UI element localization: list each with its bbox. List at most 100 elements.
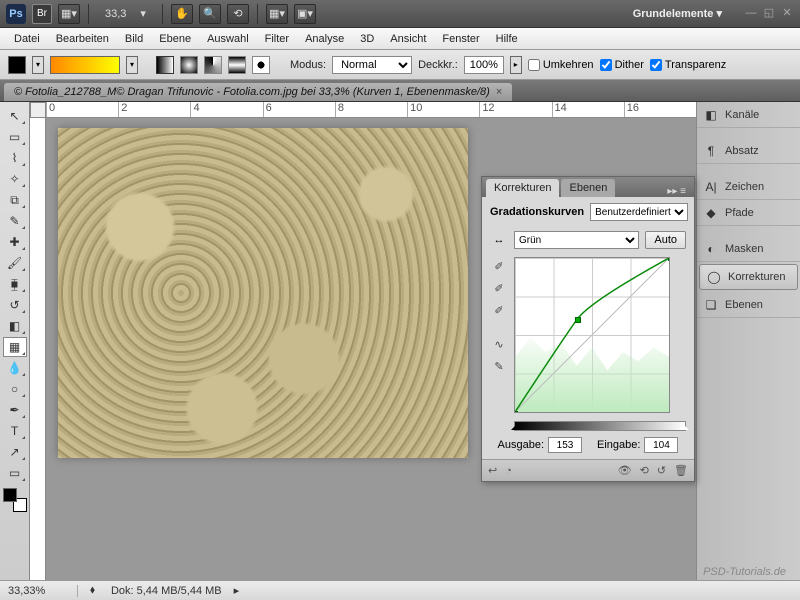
transparenz-checkbox[interactable]: Transparenz <box>650 59 726 71</box>
status-menu-arrow-icon[interactable]: ▸ <box>234 584 240 597</box>
menu-hilfe[interactable]: Hilfe <box>488 33 526 45</box>
opacity-input[interactable] <box>464 56 504 74</box>
curves-graph[interactable] <box>514 257 670 413</box>
tool-preset-dropdown[interactable]: ▾ <box>32 56 44 74</box>
gradient-picker-dropdown[interactable]: ▾ <box>126 56 138 74</box>
lasso-tool-icon[interactable]: ⌇ <box>3 148 27 168</box>
panel-masken[interactable]: ◐Masken <box>697 236 800 262</box>
menu-fenster[interactable]: Fenster <box>434 33 487 45</box>
document-canvas[interactable] <box>58 128 468 458</box>
pen-tool-icon[interactable]: ✒ <box>3 400 27 420</box>
wand-tool-icon[interactable]: ✧ <box>3 169 27 189</box>
dodge-tool-icon[interactable]: ○ <box>3 379 27 399</box>
gradient-linear-icon[interactable] <box>156 56 174 74</box>
targeted-adjust-icon[interactable]: ↔ <box>490 234 508 246</box>
bridge-icon[interactable]: Br <box>32 4 52 24</box>
photoshop-icon[interactable]: Ps <box>6 4 26 24</box>
panel-zeichen[interactable]: A|Zeichen <box>697 174 800 200</box>
status-doc-size[interactable]: Dok: 5,44 MB/5,44 MB <box>107 585 222 597</box>
foreground-background-colors[interactable] <box>3 488 27 512</box>
dither-checkbox[interactable]: Dither <box>600 59 644 71</box>
visibility-icon[interactable]: 👁 <box>618 464 632 477</box>
menu-auswahl[interactable]: Auswahl <box>199 33 257 45</box>
reset-icon[interactable]: ↺ <box>657 464 666 477</box>
tab-korrekturen[interactable]: Korrekturen <box>486 179 559 197</box>
close-tab-icon[interactable]: × <box>496 86 502 98</box>
marquee-tool-icon[interactable]: ▭ <box>3 127 27 147</box>
curves-preset-select[interactable]: Benutzerdefiniert <box>590 203 688 221</box>
vertical-ruler[interactable] <box>30 118 46 580</box>
workspace-switcher[interactable]: Grundelemente ▾ <box>625 3 730 24</box>
gradient-preview[interactable] <box>50 56 120 74</box>
screen-mode-dropdown[interactable]: ▣▾ <box>294 4 316 24</box>
status-zoom[interactable]: 33,33% <box>8 585 78 597</box>
history-brush-tool-icon[interactable]: ↺ <box>3 295 27 315</box>
previous-state-icon[interactable]: ⟲ <box>640 464 649 477</box>
menu-datei[interactable]: Datei <box>6 33 48 45</box>
status-doc-indicator-icon[interactable]: ⬧ <box>90 584 95 597</box>
shape-tool-icon[interactable]: ▭ <box>3 463 27 483</box>
arrange-docs-dropdown[interactable]: ▦▾ <box>266 4 288 24</box>
curve-point-highlight[interactable] <box>668 257 670 261</box>
curve-point-selected[interactable] <box>575 317 581 323</box>
hand-tool-shortcut[interactable]: ✋ <box>171 4 193 24</box>
zoom-tool-shortcut[interactable]: 🔍 <box>199 4 221 24</box>
menu-analyse[interactable]: Analyse <box>297 33 352 45</box>
blend-mode-select[interactable]: Normal <box>332 56 412 74</box>
opacity-dropdown[interactable]: ▸ <box>510 56 522 74</box>
tab-ebenen[interactable]: Ebenen <box>561 179 615 197</box>
eyedropper-black-icon[interactable]: ✐ <box>490 257 508 275</box>
panel-korrekturen[interactable]: ◯Korrekturen <box>699 264 798 290</box>
menu-bild[interactable]: Bild <box>117 33 151 45</box>
panel-collapse-icon[interactable]: ▸▸ ≡ <box>663 186 690 197</box>
crop-tool-icon[interactable]: ⧉ <box>3 190 27 210</box>
gradient-tool-icon-selected[interactable]: ▦ <box>3 337 27 357</box>
layout-dropdown[interactable]: ▦▾ <box>58 4 80 24</box>
type-tool-icon[interactable]: T <box>3 421 27 441</box>
menu-ebene[interactable]: Ebene <box>151 33 199 45</box>
blur-tool-icon[interactable]: 💧 <box>3 358 27 378</box>
eyedropper-white-icon[interactable]: ✐ <box>490 301 508 319</box>
horizontal-ruler[interactable]: 0246810121416 <box>46 102 696 118</box>
stamp-tool-icon[interactable]: ⧯ <box>3 274 27 294</box>
path-select-tool-icon[interactable]: ↗ <box>3 442 27 462</box>
delete-adjustment-icon[interactable]: 🗑 <box>674 464 688 477</box>
menu-3d[interactable]: 3D <box>352 33 382 45</box>
umkehren-checkbox[interactable]: Umkehren <box>528 59 594 71</box>
gradient-radial-icon[interactable] <box>180 56 198 74</box>
rotate-view-shortcut[interactable]: ⟲ <box>227 4 249 24</box>
curve-smooth-icon[interactable]: ∿ <box>490 335 508 353</box>
panel-kanaele[interactable]: ◧Kanäle <box>697 102 800 128</box>
panel-absatz[interactable]: ¶Absatz <box>697 138 800 164</box>
input-gradient-strip[interactable] <box>514 421 686 431</box>
ausgabe-input[interactable] <box>548 437 582 453</box>
curve-pencil-icon[interactable]: ✎ <box>490 357 508 375</box>
ruler-origin[interactable] <box>30 102 46 118</box>
window-restore-icon[interactable]: ◱ <box>762 7 776 21</box>
panel-pfade[interactable]: ◆Pfade <box>697 200 800 226</box>
window-close-icon[interactable]: ✕ <box>780 7 794 21</box>
brush-tool-icon[interactable]: 🖌 <box>3 253 27 273</box>
curves-auto-button[interactable]: Auto <box>645 231 686 249</box>
curve-point-shadow[interactable] <box>514 411 518 413</box>
menu-filter[interactable]: Filter <box>257 33 297 45</box>
eyedropper-gray-icon[interactable]: ✐ <box>490 279 508 297</box>
eraser-tool-icon[interactable]: ◧ <box>3 316 27 336</box>
gradient-tool-icon[interactable] <box>8 56 26 74</box>
healing-tool-icon[interactable]: ✚ <box>3 232 27 252</box>
gradient-diamond-icon[interactable] <box>252 56 270 74</box>
document-tab[interactable]: © Fotolia_212788_M© Dragan Trifunovic - … <box>4 83 512 101</box>
menu-bearbeiten[interactable]: Bearbeiten <box>48 33 117 45</box>
move-tool-icon[interactable]: ↖ <box>3 106 27 126</box>
gradient-angle-icon[interactable] <box>204 56 222 74</box>
menu-ansicht[interactable]: Ansicht <box>382 33 434 45</box>
eingabe-input[interactable] <box>644 437 678 453</box>
zoom-level-display[interactable]: 33,3 <box>97 8 134 20</box>
curves-channel-select[interactable]: Grün <box>514 231 639 249</box>
window-minimize-icon[interactable]: — <box>744 7 758 21</box>
clip-to-layer-icon[interactable]: ◔ <box>505 465 512 477</box>
return-arrow-icon[interactable]: ↩ <box>488 464 497 477</box>
panel-ebenen[interactable]: ❏Ebenen <box>697 292 800 318</box>
eyedropper-tool-icon[interactable]: ✎ <box>3 211 27 231</box>
gradient-reflected-icon[interactable] <box>228 56 246 74</box>
